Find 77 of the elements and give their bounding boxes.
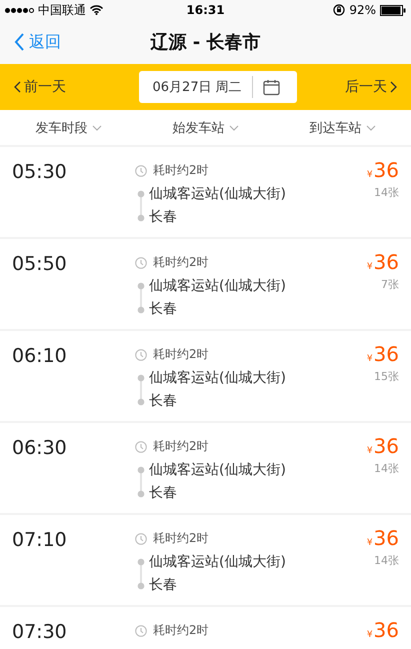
battery-icon [380, 4, 406, 16]
next-day-button[interactable]: 后一天 [345, 78, 397, 96]
route-line-icon [137, 189, 145, 223]
trip-card[interactable]: 05:50 耗时约2时 仙城客运站(仙城大街) 长春 ¥36 7张 [0, 239, 411, 329]
clock-icon [135, 164, 147, 176]
clock-icon [135, 440, 147, 452]
departure-station: 仙城客运站(仙城大街) [149, 369, 286, 388]
currency-symbol: ¥ [366, 630, 373, 640]
tickets-left: 14张 [374, 185, 399, 200]
trip-duration: 耗时约2时 [153, 346, 209, 363]
chevron-down-icon [228, 124, 238, 130]
signal-icon [5, 8, 34, 12]
arrival-station: 长春 [149, 392, 178, 411]
route-line-icon [137, 465, 145, 499]
clock-icon [135, 532, 147, 544]
route-line-icon [137, 557, 145, 591]
filter-dropdown[interactable]: 始发车站 [172, 118, 238, 136]
rotation-lock-icon [333, 4, 346, 16]
previous-day-button[interactable]: 前一天 [14, 78, 66, 96]
departure-station: 仙城客运站(仙城大街) [149, 461, 286, 480]
calendar-icon [262, 78, 280, 96]
filter-dropdown[interactable]: 发车时段 [36, 118, 102, 136]
tickets-left: 15张 [374, 369, 399, 384]
trip-duration: 耗时约2时 [153, 438, 209, 455]
status-time: 16:31 [186, 3, 225, 17]
filter-dropdown[interactable]: 到达车站 [310, 118, 376, 136]
currency-symbol: ¥ [366, 170, 373, 180]
arrival-station: 长春 [149, 208, 178, 227]
clock-icon [135, 624, 147, 636]
currency-symbol: ¥ [366, 354, 373, 364]
tickets-left: 14张 [374, 461, 399, 476]
departure-time: 07:30 [12, 621, 68, 645]
arrival-station: 长春 [149, 484, 178, 503]
wifi-icon [90, 5, 103, 15]
trip-duration: 耗时约2时 [153, 622, 209, 639]
trip-card[interactable]: 05:30 耗时约2时 仙城客运站(仙城大街) 长春 ¥36 14张 [0, 147, 411, 237]
trip-card[interactable]: 07:30 耗时约2时 ¥36 [0, 607, 411, 649]
departure-station: 仙城客运站(仙城大街) [149, 553, 286, 572]
departure-time: 06:30 [12, 437, 68, 461]
ticket-price: 36 [374, 527, 399, 549]
arrival-station: 长春 [149, 300, 178, 319]
ticket-price: 36 [374, 343, 399, 365]
trip-duration: 耗时约2时 [153, 162, 209, 179]
chevron-down-icon [92, 124, 102, 130]
departure-time: 06:10 [12, 345, 68, 369]
clock-icon [135, 256, 147, 268]
chevron-left-icon [14, 81, 21, 93]
battery-percent: 92% [349, 3, 376, 17]
ticket-price: 36 [374, 251, 399, 273]
chevron-down-icon [366, 124, 376, 130]
trip-duration: 耗时约2时 [153, 254, 209, 271]
chevron-left-icon [14, 33, 25, 51]
chevron-right-icon [390, 81, 397, 93]
departure-time: 05:50 [12, 253, 68, 277]
departure-station: 仙城客运站(仙城大街) [149, 185, 286, 204]
departure-time: 05:30 [12, 161, 68, 185]
page-title: 辽源 - 长春市 [150, 31, 260, 54]
currency-symbol: ¥ [366, 538, 373, 548]
departure-time: 07:10 [12, 529, 68, 553]
clock-icon [135, 348, 147, 360]
trip-card[interactable]: 06:10 耗时约2时 仙城客运站(仙城大街) 长春 ¥36 15张 [0, 331, 411, 421]
trip-card[interactable]: 06:30 耗时约2时 仙城客运站(仙城大街) 长春 ¥36 14张 [0, 423, 411, 513]
ticket-price: 36 [374, 619, 399, 641]
arrival-station: 长春 [149, 576, 178, 595]
ticket-price: 36 [374, 159, 399, 181]
route-line-icon [137, 281, 145, 315]
tickets-left: 14张 [374, 553, 399, 568]
currency-symbol: ¥ [366, 446, 373, 456]
departure-station: 仙城客运站(仙城大街) [149, 277, 286, 296]
carrier-name: 中国联通 [38, 2, 86, 18]
tickets-left: 7张 [381, 277, 399, 292]
currency-symbol: ¥ [366, 262, 373, 272]
route-line-icon [137, 373, 145, 407]
ticket-price: 36 [374, 435, 399, 457]
date-picker[interactable]: 06月27日 周二 [138, 71, 296, 103]
trip-card[interactable]: 07:10 耗时约2时 仙城客运站(仙城大街) 长春 ¥36 14张 [0, 515, 411, 605]
trip-duration: 耗时约2时 [153, 530, 209, 547]
